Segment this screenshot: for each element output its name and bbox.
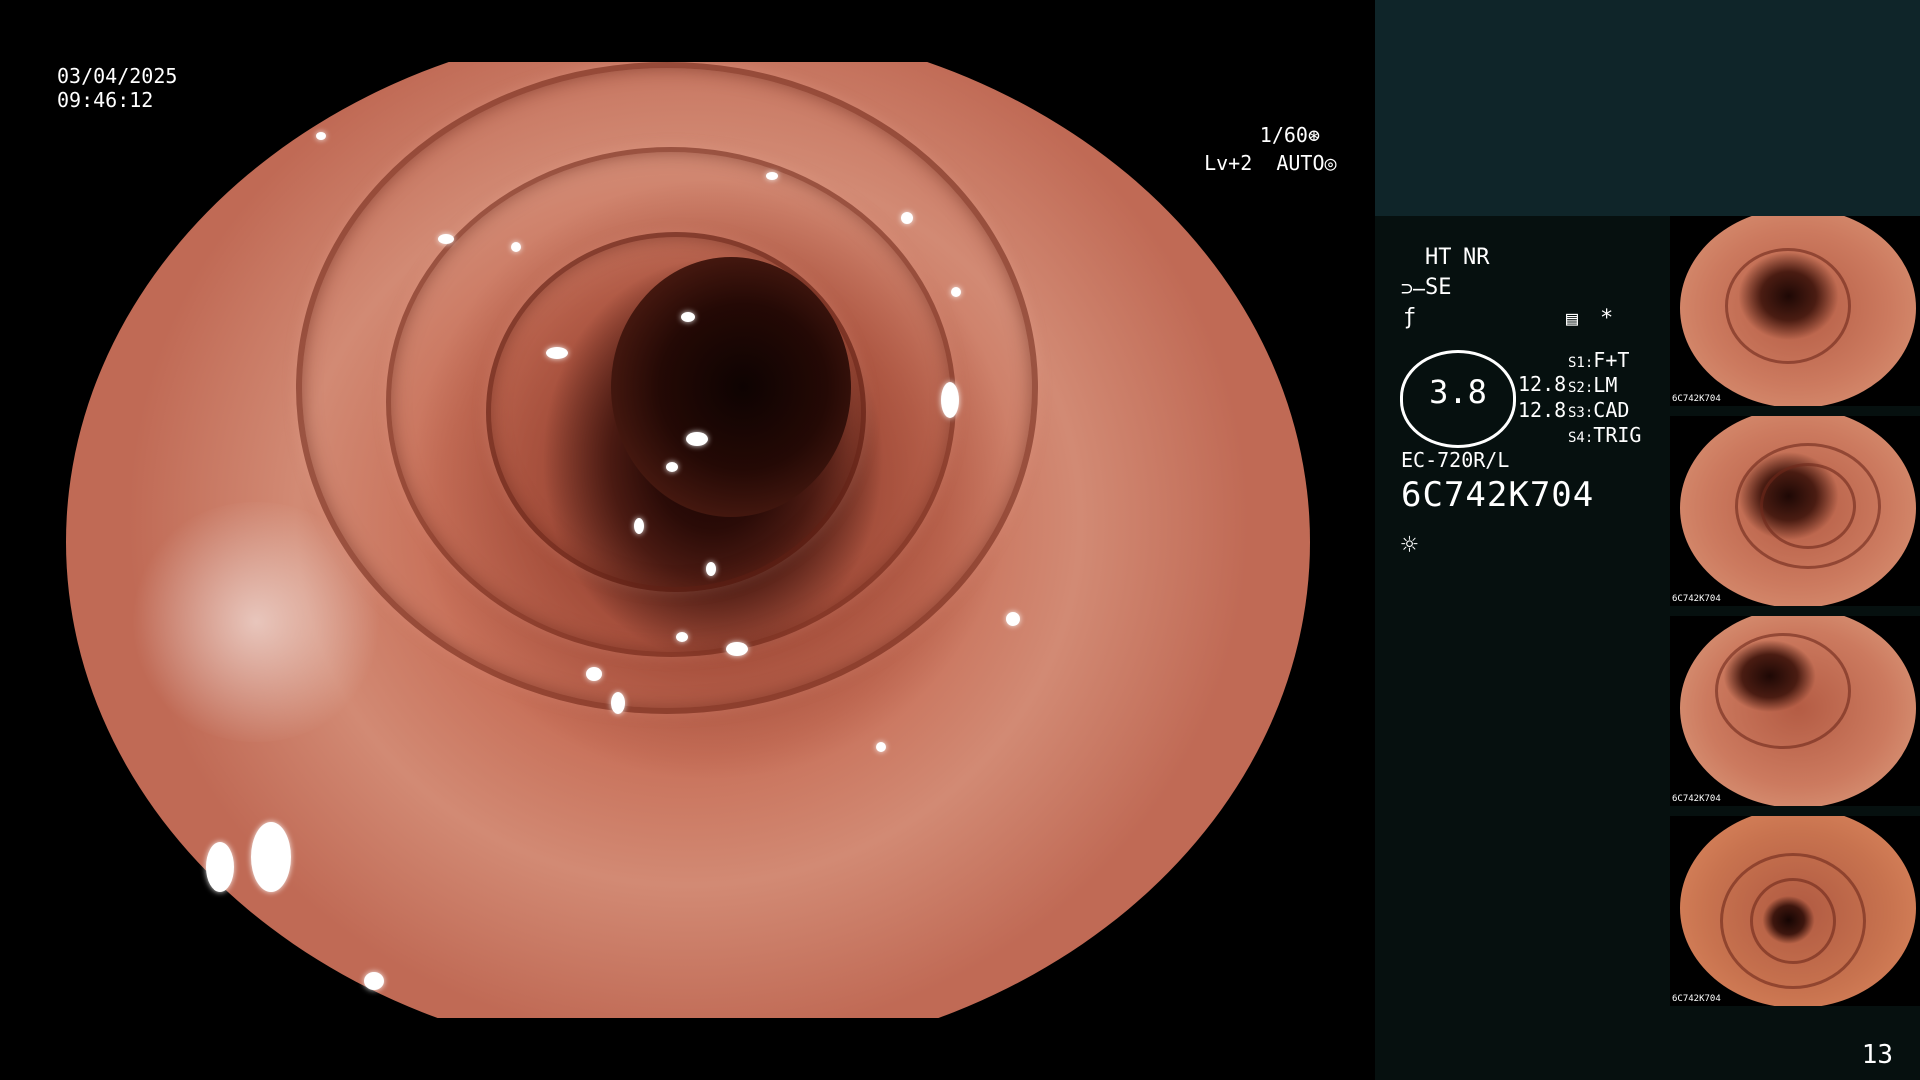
thumbnail-strip: 6C742K704 6C742K704 6C742K704 6C742K704 <box>1670 216 1920 1016</box>
nr-indicator: NR <box>1463 245 1490 270</box>
button-key: S3: <box>1568 405 1594 421</box>
specular-highlight <box>901 212 913 224</box>
specular-highlight <box>546 347 568 359</box>
specular-highlight <box>251 822 291 892</box>
specular-highlight <box>206 842 234 892</box>
specular-highlight <box>364 972 384 990</box>
specular-highlight <box>681 312 695 322</box>
lumen <box>611 257 851 517</box>
light-icon: ☼ <box>1401 528 1418 561</box>
specular-highlight <box>611 692 625 714</box>
scope-button-1: S1:F+T <box>1568 348 1641 373</box>
scope-button-3: S3:CAD <box>1568 398 1641 423</box>
specular-highlight <box>586 667 602 681</box>
specular-highlight <box>438 234 454 244</box>
thumbnail-id: 6C742K704 <box>1672 994 1721 1004</box>
specular-highlight <box>666 462 678 472</box>
thumbnail-fold <box>1760 463 1856 549</box>
specular-highlight <box>676 632 688 642</box>
structure-enhance-icon: ⊃̶ <box>1401 276 1426 300</box>
specular-highlight <box>511 242 521 252</box>
asterisk-indicator: * <box>1600 306 1614 331</box>
specular-highlight <box>766 172 778 180</box>
exposure-mode: Lv+2 AUTO◎ <box>1180 127 1336 175</box>
scope-model: EC-720R/L <box>1401 448 1510 472</box>
specular-highlight <box>951 287 961 297</box>
button-value: CAD <box>1593 398 1630 422</box>
colon-lumen-image <box>66 62 1310 1018</box>
thumbnail-id: 6C742K704 <box>1672 394 1721 404</box>
thumbnail[interactable]: 6C742K704 <box>1670 616 1920 806</box>
iris-icon: ◎ <box>1324 151 1337 175</box>
thumbnail[interactable]: 6C742K704 <box>1670 216 1920 406</box>
thumbnail-id: 6C742K704 <box>1672 594 1721 604</box>
gauge-value: 3.8 <box>1429 373 1487 411</box>
thumbnail-id: 6C742K704 <box>1672 794 1721 804</box>
capture-time: 09:46:12 <box>57 88 154 112</box>
specular-highlight <box>726 642 748 656</box>
scope-serial: 6C742K704 <box>1401 475 1595 515</box>
button-key: S2: <box>1568 380 1594 396</box>
thumbnail-fold <box>1750 878 1836 964</box>
ht-indicator: HT <box>1425 245 1452 270</box>
se-indicator: SE <box>1425 275 1452 300</box>
thumbnail-image <box>1680 416 1916 606</box>
thumbnail-fold <box>1725 248 1851 364</box>
button-key: S4: <box>1568 430 1594 446</box>
scope-button-4: S4:TRIG <box>1568 423 1641 448</box>
thumbnail-image <box>1680 216 1916 406</box>
panel-header <box>1375 0 1920 216</box>
button-value: F+T <box>1593 348 1630 372</box>
thumbnail[interactable]: 6C742K704 <box>1670 816 1920 1006</box>
scope-button-list: S1:F+T S2:LM S3:CAD S4:TRIG <box>1568 348 1641 448</box>
specular-highlight <box>686 432 708 446</box>
page-number: 13 <box>1861 1040 1893 1070</box>
specular-highlight <box>316 132 326 140</box>
thumbnail-image <box>1680 816 1916 1006</box>
button-value: LM <box>1593 373 1618 397</box>
exposure-value: Lv+2 AUTO <box>1204 151 1325 175</box>
scope-button-2: S2:LM <box>1568 373 1641 398</box>
gauge-side-value-2: 12.8 <box>1518 398 1567 422</box>
thumbnail-image <box>1680 616 1916 806</box>
thumbnail-fold <box>1715 633 1851 749</box>
record-icon: ▤ <box>1566 306 1579 330</box>
endoscope-main-view <box>66 62 1310 1018</box>
specular-highlight <box>1006 612 1020 626</box>
specular-highlight <box>941 382 959 418</box>
specular-highlight <box>706 562 716 576</box>
button-value: TRIG <box>1593 423 1642 447</box>
color-enhance-icon: ƒ <box>1403 305 1417 330</box>
button-key: S1: <box>1568 355 1594 371</box>
specular-highlight <box>634 518 644 534</box>
capture-date: 03/04/2025 <box>57 64 178 88</box>
magnification-gauge: 3.8 <box>1400 350 1516 448</box>
gauge-side-value-1: 12.8 <box>1518 372 1567 396</box>
specular-highlight <box>876 742 886 752</box>
thumbnail[interactable]: 6C742K704 <box>1670 416 1920 606</box>
